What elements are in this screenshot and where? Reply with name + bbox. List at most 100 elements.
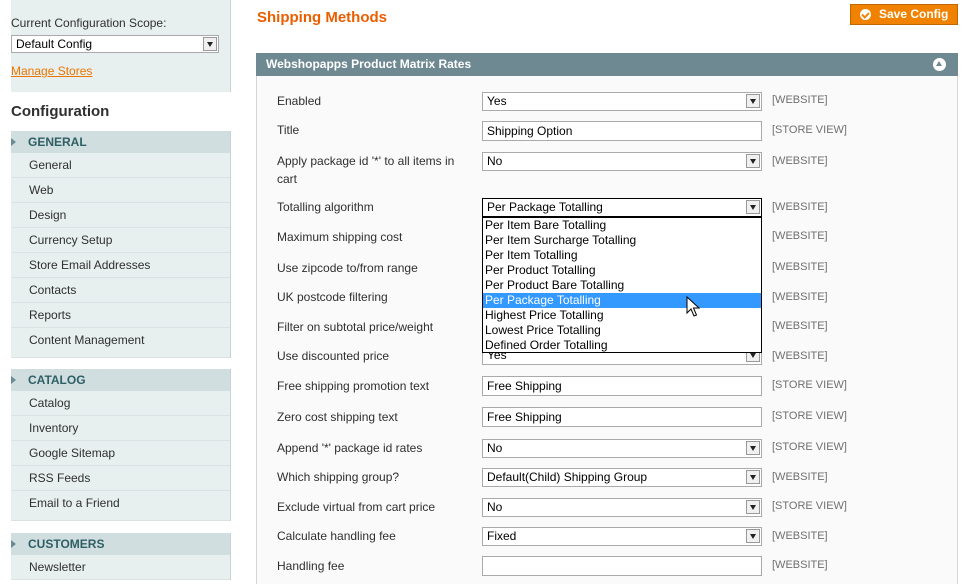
chevron-down-icon[interactable] — [746, 154, 760, 168]
chevron-down-icon[interactable] — [746, 200, 760, 214]
scope-badge: [WEBSITE] — [772, 530, 828, 542]
scope-badge: [STORE VIEW] — [772, 441, 847, 453]
field-label-filter-on-subtotal: Filter on subtotal price/weight — [277, 320, 434, 334]
nav-group-catalog: CATALOG Catalog Inventory Google Sitemap… — [11, 369, 231, 521]
mouse-cursor-icon — [686, 296, 700, 317]
field-label-enabled: Enabled — [277, 94, 322, 108]
dropdown-option[interactable]: Per Item Totalling — [483, 248, 761, 263]
sidebar-item-newsletter[interactable]: Newsletter — [11, 555, 230, 580]
save-config-button[interactable]: Save Config — [850, 4, 958, 25]
nav-group-customers: CUSTOMERS Newsletter — [11, 533, 231, 580]
dropdown-option[interactable]: Per Product Totalling — [483, 263, 761, 278]
scope-badge: [WEBSITE] — [772, 155, 828, 167]
section-title: Webshopapps Product Matrix Rates — [266, 57, 472, 71]
apply-package-id-value: No — [487, 154, 503, 168]
field-label-title: Title — [277, 123, 300, 137]
apply-package-id-select[interactable]: No — [482, 152, 762, 171]
configuration-title: Configuration — [11, 103, 110, 120]
dropdown-option[interactable]: Defined Order Totalling — [483, 338, 761, 353]
scope-badge: [WEBSITE] — [772, 471, 828, 483]
calculate-handling-fee-value: Fixed — [487, 529, 517, 543]
configuration-heading: Configuration — [11, 92, 230, 129]
field-label-apply-package-id: Apply package id '*' to all items in car… — [277, 154, 455, 186]
sidebar-item-currency-setup[interactable]: Currency Setup — [11, 228, 230, 253]
field-label-use-zipcode-range: Use zipcode to/from range — [277, 261, 418, 275]
nav-group-general: GENERAL General Web Design Currency Setu… — [11, 131, 231, 358]
scope-badge: [WEBSITE] — [772, 291, 828, 303]
free-shipping-promo-input[interactable]: Free Shipping — [482, 376, 762, 396]
checkmark-icon — [860, 9, 871, 20]
dropdown-option[interactable]: Per Item Surcharge Totalling — [483, 233, 761, 248]
scope-badge: [WEBSITE] — [772, 94, 828, 106]
chevron-down-icon[interactable] — [746, 500, 760, 514]
chevron-down-icon[interactable] — [746, 529, 760, 543]
chevron-down-icon[interactable] — [746, 441, 760, 455]
sidebar-item-email-to-a-friend[interactable]: Email to a Friend — [11, 491, 230, 521]
field-label-use-discounted-price: Use discounted price — [277, 349, 390, 363]
manage-stores-link[interactable]: Manage Stores — [11, 64, 92, 78]
shipping-group-select[interactable]: Default(Child) Shipping Group — [482, 468, 762, 487]
sidebar-item-rss-feeds[interactable]: RSS Feeds — [11, 466, 230, 491]
page-title: Shipping Methods — [257, 9, 387, 26]
enabled-select[interactable]: Yes — [482, 92, 762, 111]
shipping-group-value: Default(Child) Shipping Group — [487, 470, 648, 484]
append-package-id-select[interactable]: No — [482, 439, 762, 458]
chevron-down-icon[interactable] — [203, 37, 217, 51]
field-label-exclude-virtual: Exclude virtual from cart price — [277, 500, 436, 514]
calculate-handling-fee-select[interactable]: Fixed — [482, 527, 762, 546]
chevron-down-icon[interactable] — [746, 94, 760, 108]
collapse-icon[interactable] — [933, 58, 946, 71]
totalling-algorithm-select[interactable]: Per Package Totalling — [482, 198, 762, 217]
field-label-handling-fee: Handling fee — [277, 559, 345, 573]
section-header[interactable]: Webshopapps Product Matrix Rates — [256, 53, 958, 76]
scope-badge: [WEBSITE] — [772, 320, 828, 332]
field-label-free-shipping-promo: Free shipping promotion text — [277, 379, 430, 393]
dropdown-option[interactable]: Highest Price Totalling — [483, 308, 761, 323]
scope-badge: [STORE VIEW] — [772, 410, 847, 422]
field-label-totalling-algorithm: Totalling algorithm — [277, 200, 374, 214]
scope-badge: [STORE VIEW] — [772, 379, 847, 391]
field-label-uk-postcode-filtering: UK postcode filtering — [277, 290, 388, 304]
nav-group-title[interactable]: CUSTOMERS — [11, 533, 230, 555]
append-package-id-value: No — [487, 441, 503, 455]
handling-fee-input[interactable] — [482, 556, 762, 576]
sidebar-item-general[interactable]: General — [11, 153, 230, 178]
field-label-calculate-handling-fee: Calculate handling fee — [277, 529, 396, 543]
scope-badge: [WEBSITE] — [772, 230, 828, 242]
dropdown-option[interactable]: Per Item Bare Totalling — [483, 218, 761, 233]
totalling-algorithm-dropdown: Per Item Bare Totalling Per Item Surchar… — [482, 217, 762, 353]
sidebar-item-catalog[interactable]: Catalog — [11, 391, 230, 416]
scope-badge: [WEBSITE] — [772, 201, 828, 213]
sidebar-item-web[interactable]: Web — [11, 178, 230, 203]
sidebar-item-content-management[interactable]: Content Management — [11, 328, 230, 358]
scope-select-value: Default Config — [16, 37, 93, 51]
zero-cost-text-input[interactable]: Free Shipping — [482, 407, 762, 427]
scope-badge: [WEBSITE] — [772, 559, 828, 571]
field-label-maximum-shipping-cost: Maximum shipping cost — [277, 230, 403, 244]
enabled-select-value: Yes — [487, 94, 507, 108]
dropdown-option[interactable]: Lowest Price Totalling — [483, 323, 761, 338]
nav-group-title[interactable]: GENERAL — [11, 131, 230, 153]
scope-badge: [WEBSITE] — [772, 350, 828, 362]
title-input[interactable]: Shipping Option — [482, 121, 762, 141]
sidebar: Current Configuration Scope: Default Con… — [0, 0, 231, 584]
scope-label: Current Configuration Scope: — [11, 16, 167, 30]
nav-group-title[interactable]: CATALOG — [11, 369, 230, 391]
sidebar-item-inventory[interactable]: Inventory — [11, 416, 230, 441]
chevron-down-icon[interactable] — [746, 470, 760, 484]
sidebar-item-design[interactable]: Design — [11, 203, 230, 228]
field-label-shipping-group: Which shipping group? — [277, 470, 400, 484]
sidebar-item-store-email-addresses[interactable]: Store Email Addresses — [11, 253, 230, 278]
sidebar-item-reports[interactable]: Reports — [11, 303, 230, 328]
scope-badge: [STORE VIEW] — [772, 500, 847, 512]
scope-select[interactable]: Default Config — [11, 35, 219, 53]
scope-badge: [WEBSITE] — [772, 261, 828, 273]
dropdown-option[interactable]: Per Product Bare Totalling — [483, 278, 761, 293]
totalling-algorithm-value: Per Package Totalling — [487, 200, 603, 214]
sidebar-item-contacts[interactable]: Contacts — [11, 278, 230, 303]
scope-badge: [STORE VIEW] — [772, 124, 847, 136]
exclude-virtual-select[interactable]: No — [482, 498, 762, 517]
save-config-label: Save Config — [879, 7, 949, 21]
sidebar-item-google-sitemap[interactable]: Google Sitemap — [11, 441, 230, 466]
dropdown-option-highlighted[interactable]: Per Package Totalling — [483, 293, 761, 308]
